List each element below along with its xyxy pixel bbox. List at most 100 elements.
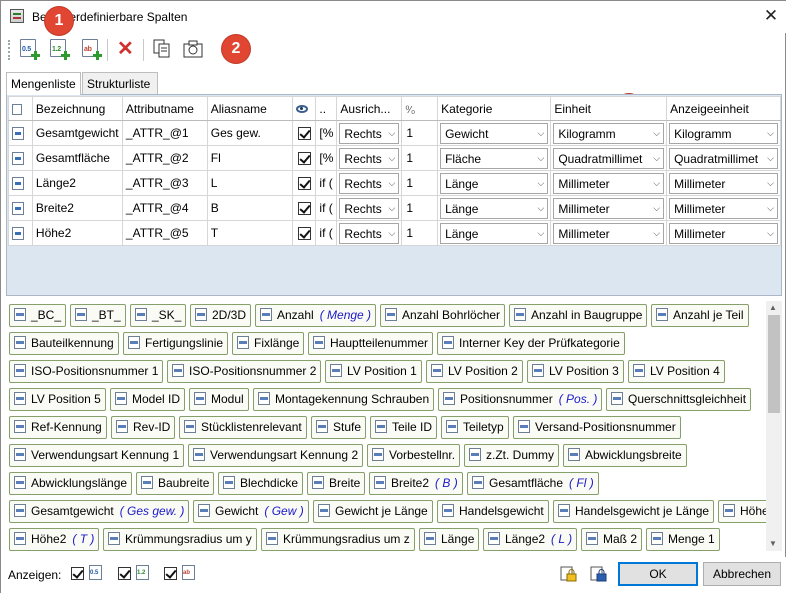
cell-attributname[interactable]: _ATTR_@2 (121, 145, 208, 171)
close-button[interactable]: ✕ (759, 5, 783, 27)
table-row[interactable]: Gesamtfläche _ATTR_@2 Fl [% Rechts ⌵ 1 Fläche ⌵ Q… (8, 145, 781, 171)
ausrichtung-dropdown[interactable]: Rechts ⌵ (339, 122, 400, 144)
scroll-thumb[interactable] (768, 315, 780, 413)
filter-numerisch-checkbox[interactable] (118, 567, 131, 580)
attribute-chip[interactable]: Krümmungsradius um y (103, 528, 257, 551)
scroll-up-icon[interactable]: ▲ (769, 303, 777, 312)
screenshot-button[interactable] (182, 38, 204, 60)
cell-bezeichnung[interactable]: Länge2 (31, 170, 123, 196)
header-formula[interactable]: .. (315, 96, 338, 121)
cell-aliasname[interactable]: L (206, 170, 294, 196)
ok-button[interactable]: OK (618, 562, 698, 586)
einheit-dropdown[interactable]: Millimeter ⌵ (553, 197, 665, 219)
attribute-chip[interactable]: ISO-Positionsnummer 2 (167, 360, 322, 383)
export-lock-icon[interactable] (589, 565, 607, 583)
cell-aliasname[interactable]: T (206, 220, 294, 246)
anzeigeeinheit-dropdown[interactable]: Quadratmillimet ⌵ (669, 147, 778, 169)
header-aliasname[interactable]: Aliasname (206, 96, 294, 121)
attribute-chip[interactable]: Menge 1 (646, 528, 720, 551)
header-bezeichnung[interactable]: Bezeichnung (31, 96, 123, 121)
attribute-chip[interactable]: Handelsgewicht (437, 500, 549, 523)
attribute-chip[interactable]: Querschnittsgleichheit (606, 388, 752, 411)
attribute-chip[interactable]: Modul (189, 388, 249, 411)
import-lock-icon[interactable] (559, 565, 577, 583)
attribute-chip[interactable]: Länge2 ( L ) (483, 528, 578, 551)
attribute-chip[interactable]: _BC_ (9, 304, 67, 327)
attribute-chip[interactable]: Bauteilkennung (9, 332, 119, 355)
attribute-chip[interactable]: Anzahl in Baugruppe (509, 304, 648, 327)
add-numeric-column-button[interactable]: 1.2 (48, 38, 70, 60)
header-precision[interactable]: ⁰⁄₀ (401, 96, 439, 121)
table-row[interactable]: Breite2 _ATTR_@4 Bif (Rechts ⌵ 1 Länge ⌵ Millim… (8, 195, 781, 221)
attribute-chip[interactable]: Rev-ID (111, 416, 176, 439)
attribute-chip[interactable]: Verwendungsart Kennung 2 (188, 444, 364, 467)
precision-input[interactable]: 1 (404, 198, 435, 219)
copy-button[interactable] (151, 38, 173, 60)
attribute-chip[interactable]: Positionsnummer ( Pos. ) (438, 388, 603, 411)
attribute-chip[interactable]: Hauptteilenummer (308, 332, 434, 355)
tab-strukturliste[interactable]: Strukturliste (82, 72, 158, 94)
attribute-chip[interactable]: Länge (419, 528, 480, 551)
precision-input[interactable]: 1 (404, 148, 435, 169)
attribute-chip[interactable]: Blechdicke (218, 472, 304, 495)
attribute-chip[interactable]: Interner Key der Prüfkategorie (437, 332, 625, 355)
anzeigeeinheit-dropdown[interactable]: Millimeter ⌵ (669, 172, 778, 194)
kategorie-dropdown[interactable]: Gewicht ⌵ (440, 122, 549, 144)
table-row[interactable]: Länge2 _ATTR_@3 Lif (Rechts ⌵ 1 Länge ⌵ Millime… (8, 170, 781, 196)
cell-attributname[interactable]: _ATTR_@5 (121, 220, 208, 246)
add-mengen-column-button[interactable]: 0.5 (18, 38, 40, 60)
attribute-chip[interactable]: Verwendungsart Kennung 1 (9, 444, 185, 467)
attribute-chip[interactable]: Teiletyp (441, 416, 509, 439)
visible-checkbox[interactable] (297, 127, 311, 141)
filter-mengen-checkbox[interactable] (71, 567, 84, 580)
ausrichtung-dropdown[interactable]: Rechts ⌵ (339, 172, 400, 194)
attribute-chip[interactable]: Anzahl ( Menge ) (255, 304, 377, 327)
table-row[interactable]: Höhe2 _ATTR_@5 Tif (Rechts ⌵ 1 Länge ⌵ Millimet… (8, 220, 781, 246)
attribute-chip[interactable]: Maß 2 (581, 528, 643, 551)
attribute-chip[interactable]: Krümmungsradius um z (261, 528, 415, 551)
cell-bezeichnung[interactable]: Höhe2 (31, 220, 123, 246)
attribute-chip[interactable]: 2D/3D (190, 304, 252, 327)
attribute-chip[interactable]: Gesamtfläche ( Fl ) (467, 472, 599, 495)
header-kategorie[interactable]: Kategorie (437, 96, 552, 121)
attribute-chip[interactable]: ISO-Positionsnummer 1 (9, 360, 164, 383)
cell-formula[interactable]: if ( (315, 195, 338, 221)
toolbar-grip[interactable] (8, 40, 11, 60)
scroll-down-icon[interactable]: ▼ (769, 539, 777, 548)
kategorie-dropdown[interactable]: Länge ⌵ (440, 172, 549, 194)
attribute-chip[interactable]: LV Position 5 (9, 388, 106, 411)
attribute-chip[interactable]: Anzahl je Teil (651, 304, 749, 327)
cell-bezeichnung[interactable]: Gesamtfläche (31, 145, 123, 171)
filter-text-checkbox[interactable] (164, 567, 177, 580)
attribute-chip[interactable]: Höhe2 ( T ) (9, 528, 100, 551)
precision-input[interactable]: 1 (404, 123, 435, 144)
attribute-chip[interactable]: Breite (307, 472, 366, 495)
attribute-chip[interactable]: Höhe (718, 500, 766, 523)
cancel-button[interactable]: Abbrechen (703, 562, 781, 586)
anzeigeeinheit-dropdown[interactable]: Kilogramm ⌵ (669, 122, 778, 144)
attribute-chip[interactable]: Abwicklungslänge (9, 472, 133, 495)
attribute-chip[interactable]: Anzahl Bohrlöcher (380, 304, 506, 327)
attribute-chip[interactable]: Fixlänge (232, 332, 305, 355)
tab-mengenliste[interactable]: Mengenliste (6, 72, 81, 95)
kategorie-dropdown[interactable]: Länge ⌵ (440, 197, 549, 219)
anzeigeeinheit-dropdown[interactable]: Millimeter ⌵ (669, 222, 778, 244)
attribute-chip[interactable]: Baubreite (136, 472, 215, 495)
attribute-chip[interactable]: _SK_ (130, 304, 187, 327)
attribute-chip[interactable]: LV Position 4 (628, 360, 725, 383)
attribute-chip[interactable]: Stufe (311, 416, 367, 439)
attribute-chip[interactable]: _BT_ (70, 304, 126, 327)
visible-checkbox[interactable] (297, 202, 311, 216)
precision-input[interactable]: 1 (404, 223, 435, 244)
cell-bezeichnung[interactable]: Gesamtgewicht (31, 120, 123, 146)
attribute-chip[interactable]: Stücklistenrelevant (179, 416, 307, 439)
ausrichtung-dropdown[interactable]: Rechts ⌵ (339, 222, 400, 244)
attribute-chip[interactable]: Abwicklungsbreite (563, 444, 687, 467)
kategorie-dropdown[interactable]: Länge ⌵ (440, 222, 549, 244)
attribute-chip[interactable]: Breite2 ( B ) (369, 472, 463, 495)
einheit-dropdown[interactable]: Quadratmillimet ⌵ (553, 147, 665, 169)
attribute-chip[interactable]: Model ID (110, 388, 186, 411)
cell-formula[interactable]: [% (315, 145, 338, 171)
attribute-chip[interactable]: Montagekennung Schrauben (253, 388, 435, 411)
attribute-chip[interactable]: Handelsgewicht je Länge (553, 500, 715, 523)
